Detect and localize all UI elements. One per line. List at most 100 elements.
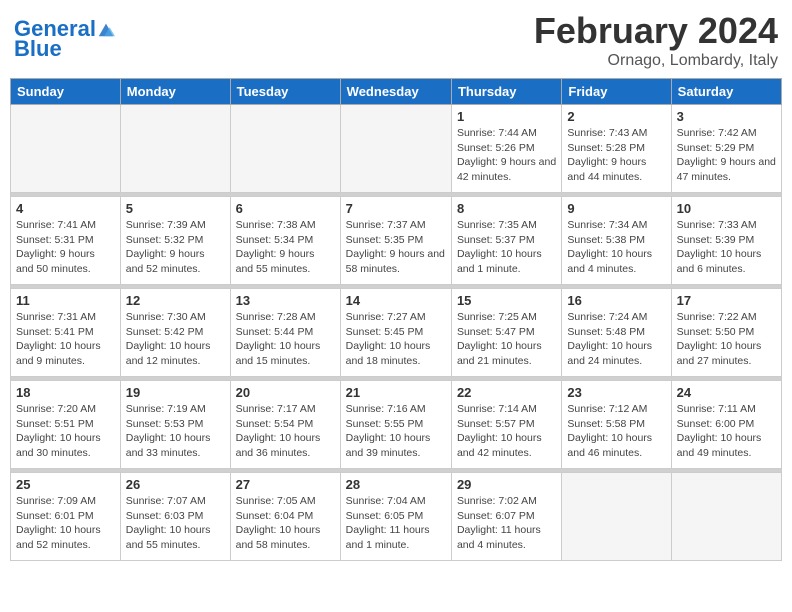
day-number: 25 [16, 477, 115, 492]
day-info: Sunrise: 7:22 AM Sunset: 5:50 PM Dayligh… [677, 310, 776, 369]
calendar-cell: 14Sunrise: 7:27 AM Sunset: 5:45 PM Dayli… [340, 289, 451, 377]
day-number: 17 [677, 293, 776, 308]
day-number: 6 [236, 201, 335, 216]
day-number: 8 [457, 201, 556, 216]
calendar-cell: 20 Sunrise: 7:17 AM Sunset: 5:54 PM Dayli… [230, 381, 340, 469]
day-number: 15 [457, 293, 556, 308]
calendar-cell: 27 Sunrise: 7:05 AM Sunset: 6:04 PM Dayli… [230, 473, 340, 561]
day-number: 20 [236, 385, 335, 400]
calendar-cell [340, 105, 451, 193]
logo-text-blue: Blue [14, 38, 115, 60]
weekday-header-monday: Monday [120, 79, 230, 105]
day-info: Sunrise: 7:20 AM Sunset: 5:51 PM Dayligh… [16, 402, 115, 461]
calendar-cell [11, 105, 121, 193]
week-row-1: 1 Sunrise: 7:44 AM Sunset: 5:26 PM Daylig… [11, 105, 782, 193]
calendar-cell: 26Sunrise: 7:07 AM Sunset: 6:03 PM Dayli… [120, 473, 230, 561]
calendar-cell: 12Sunrise: 7:30 AM Sunset: 5:42 PM Dayli… [120, 289, 230, 377]
day-number: 2 [567, 109, 665, 124]
day-number: 1 [457, 109, 556, 124]
calendar-table: SundayMondayTuesdayWednesdayThursdayFrid… [10, 78, 782, 561]
week-row-4: 18 Sunrise: 7:20 AM Sunset: 5:51 PM Dayli… [11, 381, 782, 469]
day-info: Sunrise: 7:17 AM Sunset: 5:54 PM Dayligh… [236, 402, 335, 461]
weekday-header-friday: Friday [562, 79, 671, 105]
logo: General Blue [14, 18, 115, 60]
calendar-cell: 18 Sunrise: 7:20 AM Sunset: 5:51 PM Dayli… [11, 381, 121, 469]
day-number: 21 [346, 385, 446, 400]
day-info: Sunrise: 7:39 AM Sunset: 5:32 PM Dayligh… [126, 218, 225, 277]
day-number: 23 [567, 385, 665, 400]
day-number: 16 [567, 293, 665, 308]
calendar-cell: 17 Sunrise: 7:22 AM Sunset: 5:50 PM Dayli… [671, 289, 781, 377]
calendar-cell [562, 473, 671, 561]
day-info: Sunrise: 7:44 AM Sunset: 5:26 PM Dayligh… [457, 126, 556, 185]
day-number: 14 [346, 293, 446, 308]
calendar-cell: 22 Sunrise: 7:14 AM Sunset: 5:57 PM Dayli… [451, 381, 561, 469]
day-info: Sunrise: 7:05 AM Sunset: 6:04 PM Dayligh… [236, 494, 335, 553]
calendar-cell: 25 Sunrise: 7:09 AM Sunset: 6:01 PM Dayli… [11, 473, 121, 561]
calendar-cell: 8 Sunrise: 7:35 AM Sunset: 5:37 PM Daylig… [451, 197, 561, 285]
day-number: 9 [567, 201, 665, 216]
calendar-cell: 10Sunrise: 7:33 AM Sunset: 5:39 PM Dayli… [671, 197, 781, 285]
calendar-cell: 6Sunrise: 7:38 AM Sunset: 5:34 PM Daylig… [230, 197, 340, 285]
calendar-cell: 5 Sunrise: 7:39 AM Sunset: 5:32 PM Daylig… [120, 197, 230, 285]
day-info: Sunrise: 7:19 AM Sunset: 5:53 PM Dayligh… [126, 402, 225, 461]
calendar-cell: 28 Sunrise: 7:04 AM Sunset: 6:05 PM Dayli… [340, 473, 451, 561]
day-number: 13 [236, 293, 335, 308]
day-info: Sunrise: 7:31 AM Sunset: 5:41 PM Dayligh… [16, 310, 115, 369]
calendar-cell: 21 Sunrise: 7:16 AM Sunset: 5:55 PM Dayli… [340, 381, 451, 469]
day-info: Sunrise: 7:25 AM Sunset: 5:47 PM Dayligh… [457, 310, 556, 369]
weekday-header-saturday: Saturday [671, 79, 781, 105]
day-number: 7 [346, 201, 446, 216]
header: General Blue February 2024 Ornago, Lomba… [10, 10, 782, 70]
location-title: Ornago, Lombardy, Italy [534, 52, 778, 70]
week-row-3: 11 Sunrise: 7:31 AM Sunset: 5:41 PM Dayli… [11, 289, 782, 377]
day-number: 29 [457, 477, 556, 492]
day-info: Sunrise: 7:30 AM Sunset: 5:42 PM Dayligh… [126, 310, 225, 369]
calendar-cell: 24 Sunrise: 7:11 AM Sunset: 6:00 PM Dayli… [671, 381, 781, 469]
calendar-cell: 11 Sunrise: 7:31 AM Sunset: 5:41 PM Dayli… [11, 289, 121, 377]
day-info: Sunrise: 7:34 AM Sunset: 5:38 PM Dayligh… [567, 218, 665, 277]
weekday-header-sunday: Sunday [11, 79, 121, 105]
day-info: Sunrise: 7:16 AM Sunset: 5:55 PM Dayligh… [346, 402, 446, 461]
day-number: 28 [346, 477, 446, 492]
calendar-cell: 16 Sunrise: 7:24 AM Sunset: 5:48 PM Dayli… [562, 289, 671, 377]
title-block: February 2024 Ornago, Lombardy, Italy [534, 10, 778, 70]
day-info: Sunrise: 7:09 AM Sunset: 6:01 PM Dayligh… [16, 494, 115, 553]
day-info: Sunrise: 7:42 AM Sunset: 5:29 PM Dayligh… [677, 126, 776, 185]
day-number: 27 [236, 477, 335, 492]
day-info: Sunrise: 7:24 AM Sunset: 5:48 PM Dayligh… [567, 310, 665, 369]
month-title: February 2024 [534, 10, 778, 52]
weekday-header-tuesday: Tuesday [230, 79, 340, 105]
day-number: 5 [126, 201, 225, 216]
day-info: Sunrise: 7:43 AM Sunset: 5:28 PM Dayligh… [567, 126, 665, 185]
day-info: Sunrise: 7:12 AM Sunset: 5:58 PM Dayligh… [567, 402, 665, 461]
day-info: Sunrise: 7:35 AM Sunset: 5:37 PM Dayligh… [457, 218, 556, 277]
calendar-cell: 9 Sunrise: 7:34 AM Sunset: 5:38 PM Daylig… [562, 197, 671, 285]
day-number: 4 [16, 201, 115, 216]
calendar-cell: 2 Sunrise: 7:43 AM Sunset: 5:28 PM Daylig… [562, 105, 671, 193]
week-row-5: 25 Sunrise: 7:09 AM Sunset: 6:01 PM Dayli… [11, 473, 782, 561]
day-info: Sunrise: 7:07 AM Sunset: 6:03 PM Dayligh… [126, 494, 225, 553]
day-number: 22 [457, 385, 556, 400]
week-row-2: 4 Sunrise: 7:41 AM Sunset: 5:31 PM Daylig… [11, 197, 782, 285]
day-number: 11 [16, 293, 115, 308]
day-number: 18 [16, 385, 115, 400]
day-info: Sunrise: 7:04 AM Sunset: 6:05 PM Dayligh… [346, 494, 446, 553]
calendar-cell [230, 105, 340, 193]
calendar-cell: 3Sunrise: 7:42 AM Sunset: 5:29 PM Daylig… [671, 105, 781, 193]
calendar-cell: 1 Sunrise: 7:44 AM Sunset: 5:26 PM Daylig… [451, 105, 561, 193]
logo-icon [97, 20, 115, 38]
day-info: Sunrise: 7:14 AM Sunset: 5:57 PM Dayligh… [457, 402, 556, 461]
calendar-cell: 4 Sunrise: 7:41 AM Sunset: 5:31 PM Daylig… [11, 197, 121, 285]
day-number: 24 [677, 385, 776, 400]
day-info: Sunrise: 7:41 AM Sunset: 5:31 PM Dayligh… [16, 218, 115, 277]
calendar-cell: 15 Sunrise: 7:25 AM Sunset: 5:47 PM Dayli… [451, 289, 561, 377]
calendar-cell: 7Sunrise: 7:37 AM Sunset: 5:35 PM Daylig… [340, 197, 451, 285]
day-info: Sunrise: 7:11 AM Sunset: 6:00 PM Dayligh… [677, 402, 776, 461]
day-info: Sunrise: 7:33 AM Sunset: 5:39 PM Dayligh… [677, 218, 776, 277]
day-number: 19 [126, 385, 225, 400]
weekday-header-thursday: Thursday [451, 79, 561, 105]
weekday-header-wednesday: Wednesday [340, 79, 451, 105]
day-info: Sunrise: 7:02 AM Sunset: 6:07 PM Dayligh… [457, 494, 556, 553]
calendar-cell [120, 105, 230, 193]
